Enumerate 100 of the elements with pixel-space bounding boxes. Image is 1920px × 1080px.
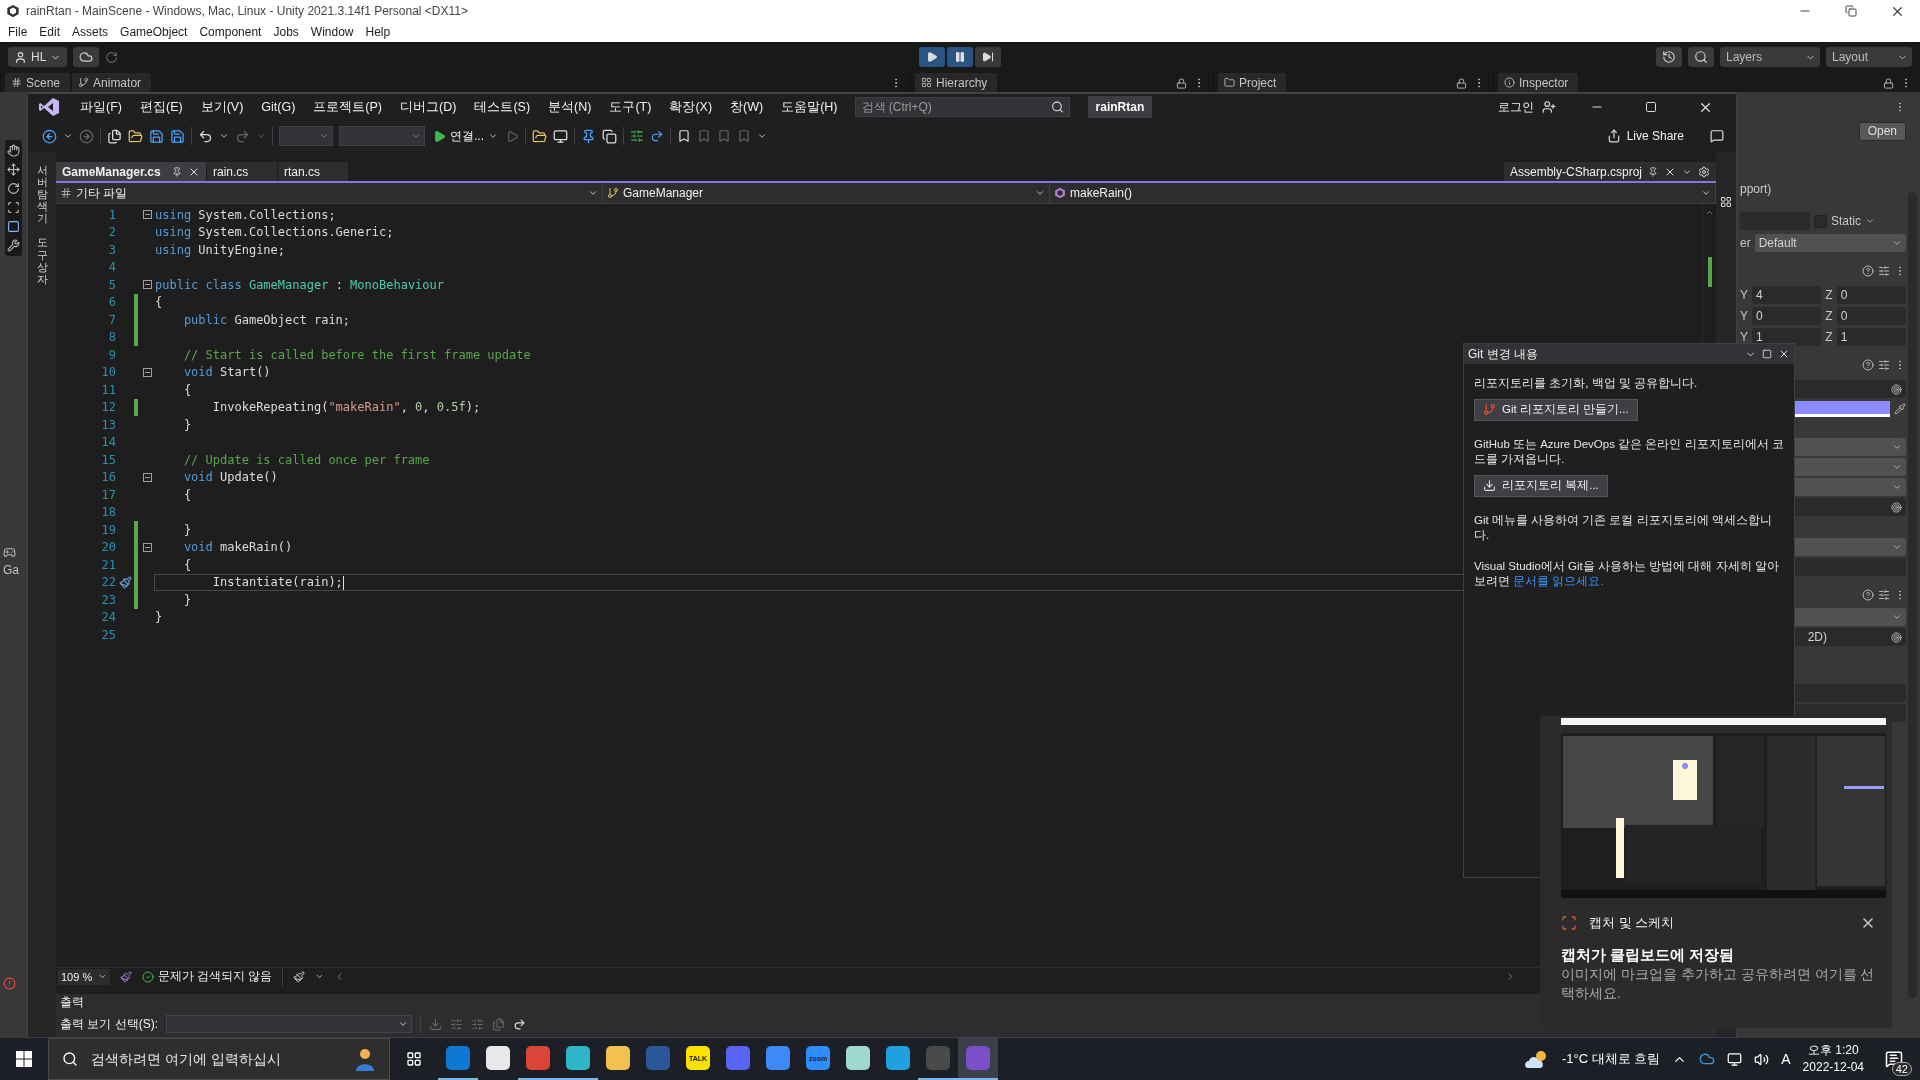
navigation-dropdown[interactable]: GameManager <box>603 183 1050 203</box>
axis-label: Y <box>1740 309 1748 323</box>
layout-dropdown[interactable]: Layout <box>1826 47 1912 67</box>
menu-item[interactable]: Edit <box>33 25 67 39</box>
line-number: 22 <box>100 575 116 590</box>
run-button[interactable]: 연결... <box>431 127 500 145</box>
side-tab[interactable]: 도구 상자 <box>36 236 48 285</box>
panel-tab[interactable]: Animator <box>72 73 152 92</box>
menu-item[interactable]: 분석(N) <box>539 98 601 116</box>
issues-status[interactable]: 문제가 검색되지 않음 <box>158 969 273 984</box>
search-field[interactable]: 검색 (Ctrl+Q) <box>854 97 1070 117</box>
import-settings-label: pport) <box>1740 182 1772 196</box>
line-number: 4 <box>107 260 116 275</box>
menu-item[interactable]: 창(W) <box>721 98 773 116</box>
panel-tab[interactable]: Project <box>1218 73 1287 92</box>
menu-item[interactable]: 프로젝트(P) <box>304 98 391 116</box>
document-tab[interactable]: rtan.cs <box>278 162 348 181</box>
login-link[interactable]: 로그인 <box>1498 98 1534 116</box>
document-tab[interactable]: rain.cs <box>207 162 277 181</box>
line-number: 11 <box>100 382 116 397</box>
document-tab[interactable]: Assembly-CSharp.csproj <box>1503 162 1716 181</box>
notification-count: 42 <box>1891 1062 1912 1076</box>
zoom-dropdown[interactable]: 109 % <box>58 968 110 985</box>
panel-tab[interactable]: Ga <box>3 563 19 577</box>
notification-title: 캡처가 클립보드에 저장됨 <box>1561 946 1736 965</box>
line-number: 23 <box>100 592 116 607</box>
layer-dropdown[interactable]: Default <box>1754 234 1906 252</box>
z-field[interactable]: 0 <box>1836 286 1906 304</box>
open-button[interactable]: Open <box>1858 121 1906 141</box>
notification-toast[interactable]: 캡처 및 스케치 캡처가 클립보드에 저장됨 이미지에 마크업을 추가하고 공유하려면 여기를 선택하세요. <box>1540 716 1892 1028</box>
menu-item[interactable]: File <box>2 25 34 39</box>
search-field[interactable]: 검색하려면 여기에 입력하십시 <box>48 1038 390 1080</box>
menu-item[interactable]: 도구(T) <box>600 98 661 116</box>
code-line: using System.Collections.Generic; <box>155 225 394 240</box>
menu-item[interactable]: 디버그(D) <box>391 98 466 116</box>
code-line: void Start() <box>182 365 271 380</box>
y-field[interactable]: 1 <box>1752 328 1822 346</box>
weather-text[interactable]: -1°C 대체로 흐림 <box>1561 1050 1661 1068</box>
code-line: void Update() <box>182 470 278 485</box>
y-field[interactable]: 4 <box>1752 286 1822 304</box>
menu-item[interactable]: 테스트(S) <box>465 98 540 116</box>
line-number: 12 <box>100 400 116 415</box>
code-line: using UnityEngine; <box>155 242 286 257</box>
menu-item[interactable]: GameObject <box>114 25 194 39</box>
line-number: 15 <box>100 452 116 467</box>
line-number: 16 <box>100 470 116 485</box>
docs-link[interactable]: 문서를 읽으세요. <box>1513 574 1604 587</box>
line-number: 3 <box>107 242 116 257</box>
clone-repository-button[interactable]: 리포지토리 복제... <box>1474 474 1608 497</box>
menu-item[interactable]: Component <box>193 25 268 39</box>
axis-label: Z <box>1825 288 1833 302</box>
layers-dropdown[interactable]: Layers <box>1720 47 1820 67</box>
document-tab[interactable]: GameManager.cs <box>56 162 206 181</box>
y-field[interactable]: 0 <box>1752 307 1822 325</box>
code-line: } <box>182 417 192 432</box>
input-method[interactable]: A <box>1781 1051 1791 1067</box>
menu-item[interactable]: Jobs <box>267 25 305 39</box>
menu-item[interactable]: 확장(X) <box>660 98 722 116</box>
menu-item[interactable]: Git(G) <box>252 100 305 114</box>
side-tab[interactable]: 서버 탐색기 <box>36 164 48 225</box>
line-number: 7 <box>107 312 116 327</box>
menu-item[interactable]: 편집(E) <box>130 98 192 116</box>
line-number: 24 <box>100 610 116 625</box>
z-field[interactable]: 0 <box>1836 307 1906 325</box>
code-line: // Start is called before the first frame update <box>182 347 531 362</box>
menu-item[interactable]: Help <box>359 25 397 39</box>
code-line: using System.Collections; <box>155 207 336 222</box>
line-number: 17 <box>100 487 116 502</box>
z-field[interactable]: 1 <box>1836 328 1906 346</box>
navigation-dropdown[interactable]: 기타 파일 <box>56 183 603 203</box>
account-button[interactable]: HL <box>8 47 68 67</box>
static-label: Static <box>1831 214 1861 228</box>
menu-item[interactable]: 도움말(H) <box>772 98 847 116</box>
menu-item[interactable]: Window <box>304 25 360 39</box>
help-text: Visual Studio에서 Git을 사용하는 방법에 대해 자세히 알아보려면 문서를 읽으세요. <box>1474 558 1780 589</box>
line-number: 10 <box>100 365 116 380</box>
axis-label: Z <box>1825 330 1833 344</box>
line-number: 9 <box>107 347 116 362</box>
code-line: { <box>182 487 192 502</box>
panel-tab[interactable]: Scene <box>5 73 71 92</box>
menu-item[interactable]: 보기(V) <box>191 98 253 116</box>
line-number: 14 <box>100 435 116 450</box>
code-line: public class GameManager : MonoBehaviour <box>155 277 444 292</box>
line-number: 13 <box>100 417 116 432</box>
panel-tab[interactable]: Hierarchy <box>915 73 998 92</box>
code-line: Instantiate(rain); <box>211 575 344 590</box>
description-text: Git 메뉴를 사용하여 기존 로컬 리포지토리에 액세스합니다. <box>1474 512 1773 543</box>
solution-name: rainRtan <box>1087 96 1153 118</box>
menu-item[interactable]: Assets <box>66 25 115 39</box>
live-share-button[interactable]: Live Share <box>1600 128 1690 144</box>
layer-label: er <box>1740 236 1751 250</box>
clock[interactable]: 오후 1:20 2022-12-04 <box>1802 1042 1864 1076</box>
menu-item[interactable]: 파일(F) <box>71 98 131 116</box>
panel-tab[interactable]: Inspector <box>1498 73 1579 92</box>
axis-label: Z <box>1825 309 1833 323</box>
line-number: 18 <box>100 505 116 520</box>
create-repository-button[interactable]: Git 리포지토리 만들기... <box>1474 398 1638 421</box>
line-number: 19 <box>100 522 116 537</box>
code-line: } <box>155 610 163 625</box>
line-number: 21 <box>100 557 116 572</box>
